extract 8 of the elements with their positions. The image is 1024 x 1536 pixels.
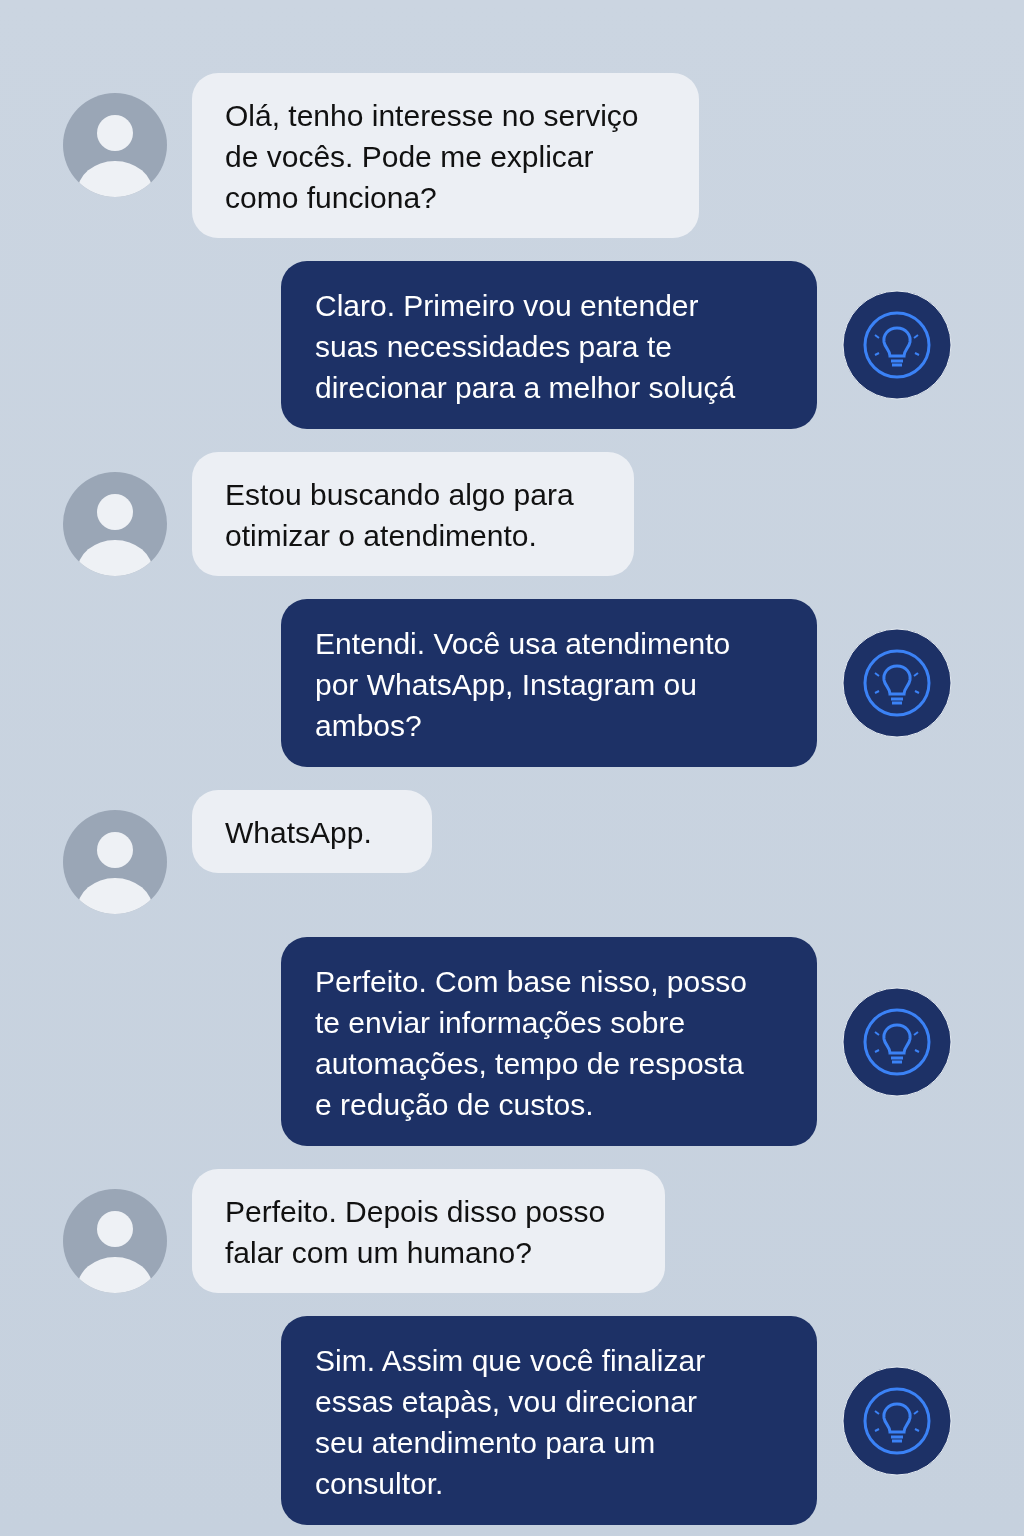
user-message: WhatsApp.: [192, 790, 432, 873]
bot-message: Claro. Primeiro vou entender suas necessidades para te direcionar para a melhor soluçá: [281, 261, 817, 429]
bot-message: Entendi. Você usa atendimento por WhatsApp, Instagram ou ambos?: [281, 599, 817, 767]
user-message: Perfeito. Depois disso posso falar com um humano?: [192, 1169, 666, 1293]
bot-message: Perfeito. Com base nisso, posso te enviar informações sobre automações, tempo de resposta e redução de custos.: [281, 937, 817, 1146]
user-message: Estou buscando algo para otimizar o atendimento.: [192, 452, 634, 576]
user-message: Olá, tenho interesse no serviço de vocês. Pode me explicar como funciona?: [192, 73, 699, 238]
bot-message: Sim. Assim que você finalizar essas etapàs, vou direcionar seu atendimento para um consultor.: [281, 1316, 817, 1525]
